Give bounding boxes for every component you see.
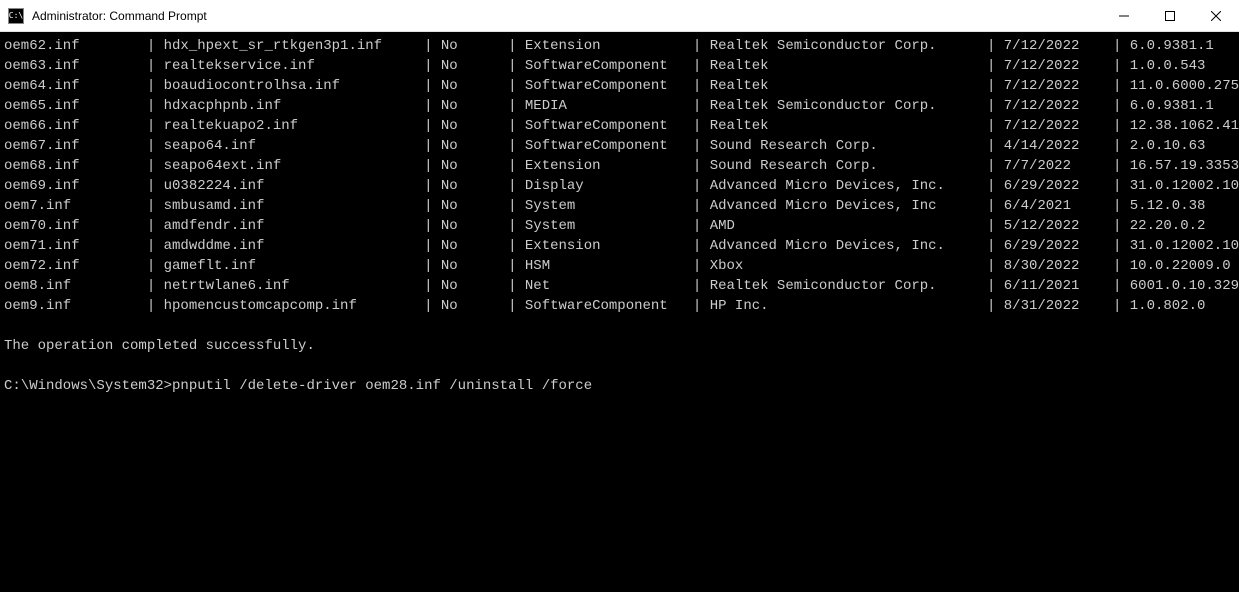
terminal-line (4, 356, 1239, 376)
terminal-line: oem62.inf | hdx_hpext_sr_rtkgen3p1.inf |… (4, 36, 1239, 56)
close-icon (1211, 11, 1221, 21)
terminal-output[interactable]: oem62.inf | hdx_hpext_sr_rtkgen3p1.inf |… (0, 32, 1239, 592)
terminal-line: The operation completed successfully. (4, 336, 1239, 356)
terminal-line: oem69.inf | u0382224.inf | No | Display … (4, 176, 1239, 196)
terminal-line: oem71.inf | amdwddme.inf | No | Extensio… (4, 236, 1239, 256)
terminal-line: oem63.inf | realtekservice.inf | No | So… (4, 56, 1239, 76)
terminal-line: oem67.inf | seapo64.inf | No | SoftwareC… (4, 136, 1239, 156)
terminal-line: oem72.inf | gameflt.inf | No | HSM | Xbo… (4, 256, 1239, 276)
minimize-icon (1119, 11, 1129, 21)
command-prompt-window: C:\ Administrator: Command Prompt oem62.… (0, 0, 1239, 592)
terminal-line: oem64.inf | boaudiocontrolhsa.inf | No |… (4, 76, 1239, 96)
terminal-line: oem7.inf | smbusamd.inf | No | System | … (4, 196, 1239, 216)
terminal-line: oem9.inf | hpomencustomcapcomp.inf | No … (4, 296, 1239, 316)
terminal-line: oem66.inf | realtekuapo2.inf | No | Soft… (4, 116, 1239, 136)
window-controls (1101, 0, 1239, 31)
cmd-icon: C:\ (8, 8, 24, 24)
terminal-line: oem68.inf | seapo64ext.inf | No | Extens… (4, 156, 1239, 176)
terminal-line: oem65.inf | hdxacphpnb.inf | No | MEDIA … (4, 96, 1239, 116)
maximize-button[interactable] (1147, 0, 1193, 32)
titlebar[interactable]: C:\ Administrator: Command Prompt (0, 0, 1239, 32)
maximize-icon (1165, 11, 1175, 21)
close-button[interactable] (1193, 0, 1239, 32)
window-title: Administrator: Command Prompt (32, 9, 1101, 23)
terminal-line: oem8.inf | netrtwlane6.inf | No | Net | … (4, 276, 1239, 296)
minimize-button[interactable] (1101, 0, 1147, 32)
terminal-line: C:\Windows\System32>pnputil /delete-driv… (4, 376, 1239, 396)
terminal-line: oem70.inf | amdfendr.inf | No | System |… (4, 216, 1239, 236)
terminal-line (4, 316, 1239, 336)
